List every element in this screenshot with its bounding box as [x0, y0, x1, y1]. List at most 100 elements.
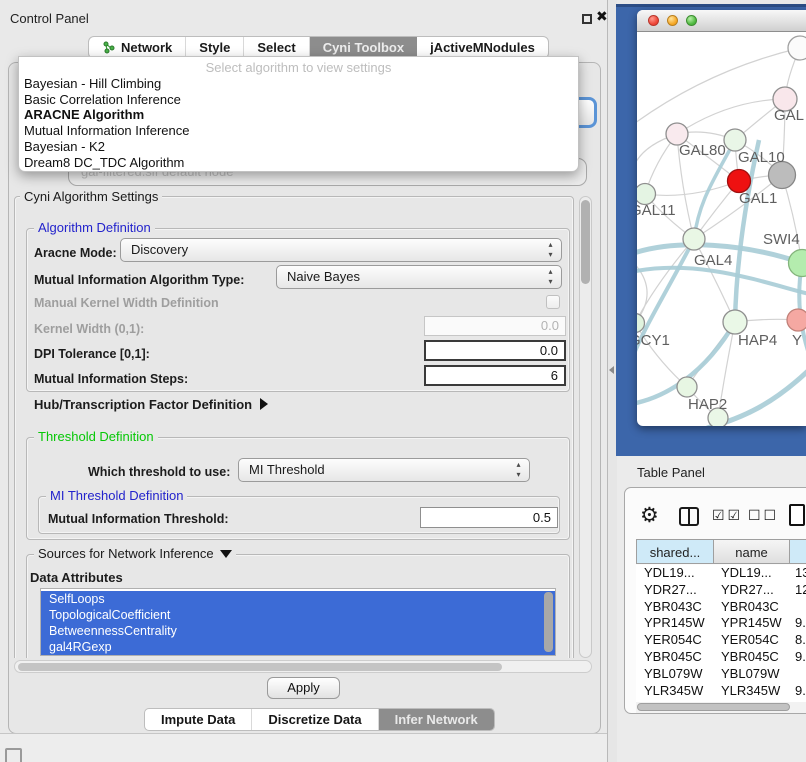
scrollbar-thumb[interactable] [18, 663, 502, 671]
network-edge-highlighted [735, 140, 759, 322]
table-horizontal-scrollbar[interactable] [636, 702, 806, 713]
table-cell: YDL19... [721, 565, 789, 580]
table-cell: 8. [795, 632, 806, 647]
scrollbar-thumb[interactable] [637, 703, 790, 711]
network-node-HAP4[interactable] [723, 310, 747, 334]
network-node-label: GAL80 [679, 142, 726, 159]
document-icon[interactable] [789, 504, 805, 526]
kernel-width-field[interactable]: 0.0 [424, 316, 566, 336]
tab-select[interactable]: Select [244, 37, 309, 58]
cyni-algorithm-settings-title: Cyni Algorithm Settings [20, 189, 162, 204]
network-node-label: GAL11 [637, 202, 676, 219]
minimize-window-icon[interactable] [667, 15, 678, 26]
table-row[interactable]: YDR27...YDR27...12 [636, 582, 806, 599]
checked-boxes-icon[interactable]: ☑☑ [712, 508, 743, 524]
network-window-titlebar[interactable] [637, 10, 806, 32]
split-collapse-arrow-icon[interactable] [609, 366, 614, 374]
tab-cyni-toolbox[interactable]: Cyni Toolbox [310, 37, 417, 58]
table-cell: YER054C [721, 632, 789, 647]
data-attributes-label: Data Attributes [30, 570, 123, 585]
network-edge-highlighted [637, 268, 806, 294]
dpi-tolerance-label: DPI Tolerance [0,1]: [34, 347, 150, 361]
tab-style[interactable]: Style [186, 37, 244, 58]
attribute-item-selected[interactable]: BetweennessCentrality [41, 623, 555, 639]
close-window-icon[interactable] [648, 15, 659, 26]
table-row[interactable]: YBL079WYBL079W [636, 666, 806, 683]
hub-section-toggle[interactable]: Hub/Transcription Factor Definition [34, 397, 268, 412]
split-columns-icon[interactable] [679, 507, 699, 526]
tab-jactivemnodules[interactable]: jActiveMNodules [417, 37, 548, 58]
table-cell: 9. [795, 615, 806, 630]
column-header-name[interactable]: name [713, 539, 790, 564]
algorithm-option[interactable]: Bayesian - Hill Climbing [19, 76, 578, 92]
network-node-GAL4[interactable] [683, 228, 705, 250]
attributes-scrollbar[interactable] [544, 592, 553, 652]
tab-network-label: Network [121, 40, 172, 55]
network-tab-icon [102, 41, 115, 54]
column-header-third[interactable] [789, 539, 806, 564]
table-cell: YER054C [644, 632, 712, 647]
tab-network[interactable]: Network [89, 37, 186, 58]
network-node-label: GAL [774, 107, 804, 124]
table-row[interactable]: YPR145W YPR145W 9. [636, 615, 806, 632]
mi-steps-field[interactable]: 6 [424, 365, 566, 386]
below-panel-area [0, 734, 607, 762]
algorithm-option[interactable]: Basic Correlation Inference [19, 92, 578, 108]
minimized-panel-icon[interactable] [5, 748, 22, 762]
gear-icon[interactable]: ⚙ [640, 503, 659, 527]
table-row[interactable]: YBR043CYBR043C [636, 599, 806, 616]
table-row[interactable]: YLR345WYLR345W9. [636, 683, 806, 700]
mi-threshold-field[interactable]: 0.5 [420, 507, 558, 528]
attribute-item-selected[interactable]: gal4RGexp [41, 639, 555, 655]
combobox-arrows-icon: ▴▾ [546, 267, 555, 287]
algorithm-option[interactable]: Bayesian - K2 [19, 139, 578, 155]
table-row[interactable]: YBR045CYBR045C9. [636, 649, 806, 666]
network-svg[interactable]: GALGAL80GAL10GAL1GAL11GAL4SWI4GCY1HAP4YH… [637, 32, 806, 426]
kernel-width-label: Kernel Width (0,1): [34, 322, 144, 336]
table-cell: YDL19... [644, 565, 712, 580]
scrollbar-thumb[interactable] [581, 200, 590, 284]
tab-impute-data[interactable]: Impute Data [145, 709, 252, 730]
algorithm-option[interactable]: ARACNE Algorithm [19, 107, 578, 123]
tab-discretize-data[interactable]: Discretize Data [252, 709, 378, 730]
network-node-Y[interactable] [787, 309, 806, 331]
manual-kernel-checkbox[interactable] [546, 295, 560, 309]
network-node-SWI4[interactable] [789, 250, 806, 277]
mi-steps-label: Mutual Information Steps: [34, 372, 188, 386]
network-view-window[interactable]: GALGAL80GAL10GAL1GAL11GAL4SWI4GCY1HAP4YH… [637, 10, 806, 426]
network-node[interactable] [788, 36, 806, 60]
algorithm-option[interactable]: Dream8 DC_TDC Algorithm [19, 155, 578, 171]
tab-cyni-toolbox-label: Cyni Toolbox [323, 40, 404, 55]
network-node-GAL10[interactable] [724, 129, 746, 151]
cyni-settings-viewport: Cyni Algorithm Settings Algorithm Defini… [14, 188, 578, 658]
attribute-item-selected[interactable]: TopologicalCoefficient [41, 607, 555, 623]
attribute-item-selected[interactable]: SelfLoops [41, 591, 555, 607]
algorithm-option[interactable]: Mutual Information Inference [19, 123, 578, 139]
float-panel-icon[interactable] [582, 14, 592, 24]
table-cell: YBL079W [644, 666, 712, 681]
network-node-label: Y [792, 332, 802, 349]
algorithm-dropdown-list: Bayesian - Hill ClimbingBasic Correlatio… [19, 76, 578, 170]
apply-button[interactable]: Apply [267, 677, 340, 699]
which-threshold-combobox[interactable]: MI Threshold ▴▾ [238, 458, 530, 482]
which-threshold-value: MI Threshold [249, 459, 325, 481]
settings-vertical-scrollbar[interactable] [579, 196, 592, 658]
column-header-shared[interactable]: shared... [636, 539, 714, 564]
mi-type-combobox[interactable]: Naive Bayes ▴▾ [276, 265, 562, 289]
sources-toggle[interactable]: Sources for Network Inference [34, 546, 236, 561]
table-cell: YPR145W [644, 615, 712, 630]
maximize-window-icon[interactable] [686, 15, 697, 26]
dpi-tolerance-field[interactable]: 0.0 [424, 340, 566, 361]
table-row[interactable]: YDL19...YDL19...13 [636, 565, 806, 582]
settings-horizontal-scrollbar[interactable] [14, 660, 592, 673]
table-row[interactable]: YER054C YER054C 8. [636, 632, 806, 649]
table-cell: YPR145W [721, 615, 789, 630]
network-node-HAP2[interactable] [677, 377, 697, 397]
unchecked-boxes-icon[interactable]: ☐☐ [748, 508, 779, 524]
tab-infer-network[interactable]: Infer Network [379, 709, 494, 730]
aracne-mode-combobox[interactable]: Discovery ▴▾ [120, 238, 562, 262]
algorithm-dropdown-placeholder: Select algorithm to view settings [19, 57, 578, 76]
which-threshold-label: Which threshold to use: [88, 465, 230, 479]
table-cell: YBR043C [721, 599, 789, 614]
close-panel-icon[interactable]: ✖ [596, 9, 608, 25]
